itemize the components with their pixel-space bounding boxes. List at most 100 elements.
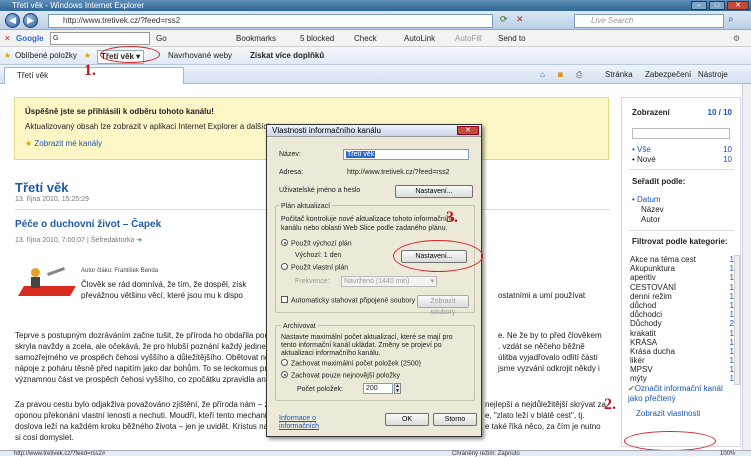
popup-blocked-button[interactable]: 5 blocked xyxy=(300,33,334,44)
category-item[interactable]: Krása ducha 1 xyxy=(630,347,734,356)
category-item[interactable]: Důchody 2 xyxy=(630,319,734,328)
autofill-button[interactable]: AutoFill xyxy=(455,33,482,44)
frequency-select[interactable]: Navrženo (1440 min) ▾ xyxy=(341,276,437,287)
sort-date[interactable]: • Datum xyxy=(632,195,661,204)
annotation-ring-three xyxy=(393,240,483,272)
page-scrollbar[interactable] xyxy=(742,84,751,450)
article-p1-line2: převážnou většinu věcí, které jsou mu k … xyxy=(81,291,243,300)
checkbox-icon xyxy=(281,296,288,303)
show-files-button[interactable]: Zobrazit soubory xyxy=(417,295,469,316)
maximize-button[interactable]: □ xyxy=(709,1,725,10)
google-go-button[interactable]: Go xyxy=(156,33,167,44)
keep-newest-option[interactable]: Zachovat pouze nejnovější položky xyxy=(281,371,400,379)
bookmarks-button[interactable]: Bookmarks xyxy=(236,33,276,44)
default-frequency: Výchozí: 1 den xyxy=(295,252,342,259)
category-item[interactable]: mýty 1 xyxy=(630,374,734,383)
status-zoom[interactable]: 100% xyxy=(720,451,735,457)
sidebar-search-input[interactable] xyxy=(632,128,730,139)
show-properties-link[interactable]: Zobrazit vlastnosti xyxy=(636,409,700,418)
window-title: Třetí věk - Windows Internet Explorer xyxy=(12,1,145,10)
category-item[interactable]: MPSV 1 xyxy=(630,365,734,374)
dialog-close-button[interactable]: ✕ xyxy=(457,126,479,135)
view-count: 10 / 10 xyxy=(707,108,732,117)
divider xyxy=(628,169,734,170)
sendto-button[interactable]: Send to xyxy=(498,33,526,44)
cancel-button[interactable]: Storno xyxy=(433,413,477,426)
auto-download-checkbox[interactable]: Automaticky stahovat připojené soubory xyxy=(281,296,415,304)
plan-header: Plán aktualizací xyxy=(279,203,333,210)
search-input[interactable]: Live Search xyxy=(574,14,724,28)
credentials-settings-button[interactable]: Nastavení... xyxy=(395,185,473,198)
page-menu[interactable]: Stránka xyxy=(605,69,633,80)
info-link[interactable]: Informace o informačních xyxy=(279,415,349,431)
tools-menu[interactable]: Nástroje xyxy=(698,69,728,80)
forward-arrow-icon[interactable]: ▶ xyxy=(23,13,38,28)
filter-all-label: Vše xyxy=(637,145,651,154)
category-item[interactable]: krakatit 1 xyxy=(630,329,734,338)
google-g-label: G xyxy=(53,35,59,42)
category-scrollbar[interactable] xyxy=(734,255,740,385)
article-title[interactable]: Péče o duchovní život – Čapek xyxy=(15,219,161,230)
custom-plan-option[interactable]: Použít vlastní plán xyxy=(281,263,348,271)
ok-button[interactable]: OK xyxy=(385,413,429,426)
sort-author[interactable]: Autor xyxy=(641,215,660,224)
category-name: důchod xyxy=(630,300,657,310)
category-item[interactable]: denní režim 1 xyxy=(630,292,734,301)
refresh-icon[interactable]: ⟳ xyxy=(500,14,508,25)
print-icon[interactable]: ⎙ xyxy=(576,69,582,80)
category-item[interactable]: důchodci 1 xyxy=(630,310,734,319)
category-name: Akce na téma cest xyxy=(630,255,696,264)
home-icon[interactable]: ⌂ xyxy=(540,69,545,80)
count-stepper[interactable]: ▲ ▼ xyxy=(394,383,401,394)
close-button[interactable]: ✕ xyxy=(727,1,749,10)
category-item[interactable]: Akce na téma cest 1 xyxy=(630,255,734,264)
divider xyxy=(628,230,734,231)
favorites-button[interactable]: Oblíbené položky xyxy=(15,50,77,62)
feed-title: Třetí věk xyxy=(15,180,69,195)
filter-new[interactable]: • Nové xyxy=(632,155,656,164)
category-item[interactable]: CESTOVÁNÍ 1 xyxy=(630,283,734,292)
address-bar[interactable]: http://www.tretivek.cz/?feed=rss2 xyxy=(48,14,493,28)
category-name: mýty xyxy=(630,374,647,384)
category-item[interactable]: důchod 1 xyxy=(630,301,734,310)
category-item[interactable]: aperitiv 1 xyxy=(630,273,734,282)
count-value: 200 xyxy=(366,385,378,392)
minimize-button[interactable]: – xyxy=(691,1,707,10)
back-arrow-icon[interactable]: ◀ xyxy=(5,13,20,28)
category-name: Akupunktura xyxy=(630,264,675,274)
category-item[interactable]: KRÁSA 1 xyxy=(630,338,734,347)
go-arrow-icon[interactable]: ➜ xyxy=(136,237,142,244)
status-url: http://www.tretivek.cz/?feed=rss2# xyxy=(14,451,106,457)
tab-row: Třetí věk ⌂ ◙ ⎙ Stránka Zabezpečení Nást… xyxy=(0,65,751,84)
name-field[interactable]: Třetí věk xyxy=(343,149,469,160)
article-p3-line4: si cosi domyslet. xyxy=(15,433,74,442)
suggested-sites-button[interactable]: Navrhované weby xyxy=(168,50,232,62)
security-menu[interactable]: Zabezpečení xyxy=(645,69,691,80)
close-toolbar-icon[interactable]: ✕ xyxy=(4,33,11,44)
stop-icon[interactable]: ✕ xyxy=(516,14,524,25)
sort-name[interactable]: Název xyxy=(641,205,664,214)
notice-title: Úspěšně jste se přihlásili k odběru toho… xyxy=(25,107,214,116)
article-p1-right: ostatními a umí používat xyxy=(498,291,586,300)
google-search-input[interactable]: G xyxy=(50,32,150,45)
autolink-button[interactable]: AutoLink xyxy=(404,33,435,44)
article-author: Autor čláku: František Benda xyxy=(81,268,159,274)
settings-wrench-icon[interactable]: ⚙ xyxy=(733,33,740,44)
article-p2-line4: nápoje z poháru těsně před napitím jako … xyxy=(15,364,267,373)
article-p2-line5: významnou část ve prospěch čehosi vyššíh… xyxy=(15,375,275,384)
keep-max-option[interactable]: Zachovat maximální počet položek (2500) xyxy=(281,359,421,367)
filter-all[interactable]: • Vše xyxy=(632,145,651,154)
spellcheck-button[interactable]: Check xyxy=(354,33,377,44)
mark-read-link[interactable]: ✔Označit informační kanál jako přečtený xyxy=(628,384,728,404)
get-addons-button[interactable]: Získat více doplňků xyxy=(250,50,324,62)
view-feeds-link[interactable]: Zobrazit mé kanály xyxy=(34,139,102,148)
category-item[interactable]: Akupunktura 1 xyxy=(630,264,734,273)
count-field[interactable]: 200 xyxy=(363,383,393,394)
search-icon[interactable]: ⌕ xyxy=(728,14,734,25)
article-p2-right1: e. Ne že by to před člověkem xyxy=(498,331,602,340)
category-item[interactable]: likér 1 xyxy=(630,356,734,365)
add-favorite-icon[interactable]: ★ xyxy=(84,50,91,62)
default-plan-option[interactable]: Použít výchozí plán xyxy=(281,239,352,247)
rss-icon[interactable]: ◙ xyxy=(558,69,563,80)
filter-all-count: 10 xyxy=(723,145,732,154)
